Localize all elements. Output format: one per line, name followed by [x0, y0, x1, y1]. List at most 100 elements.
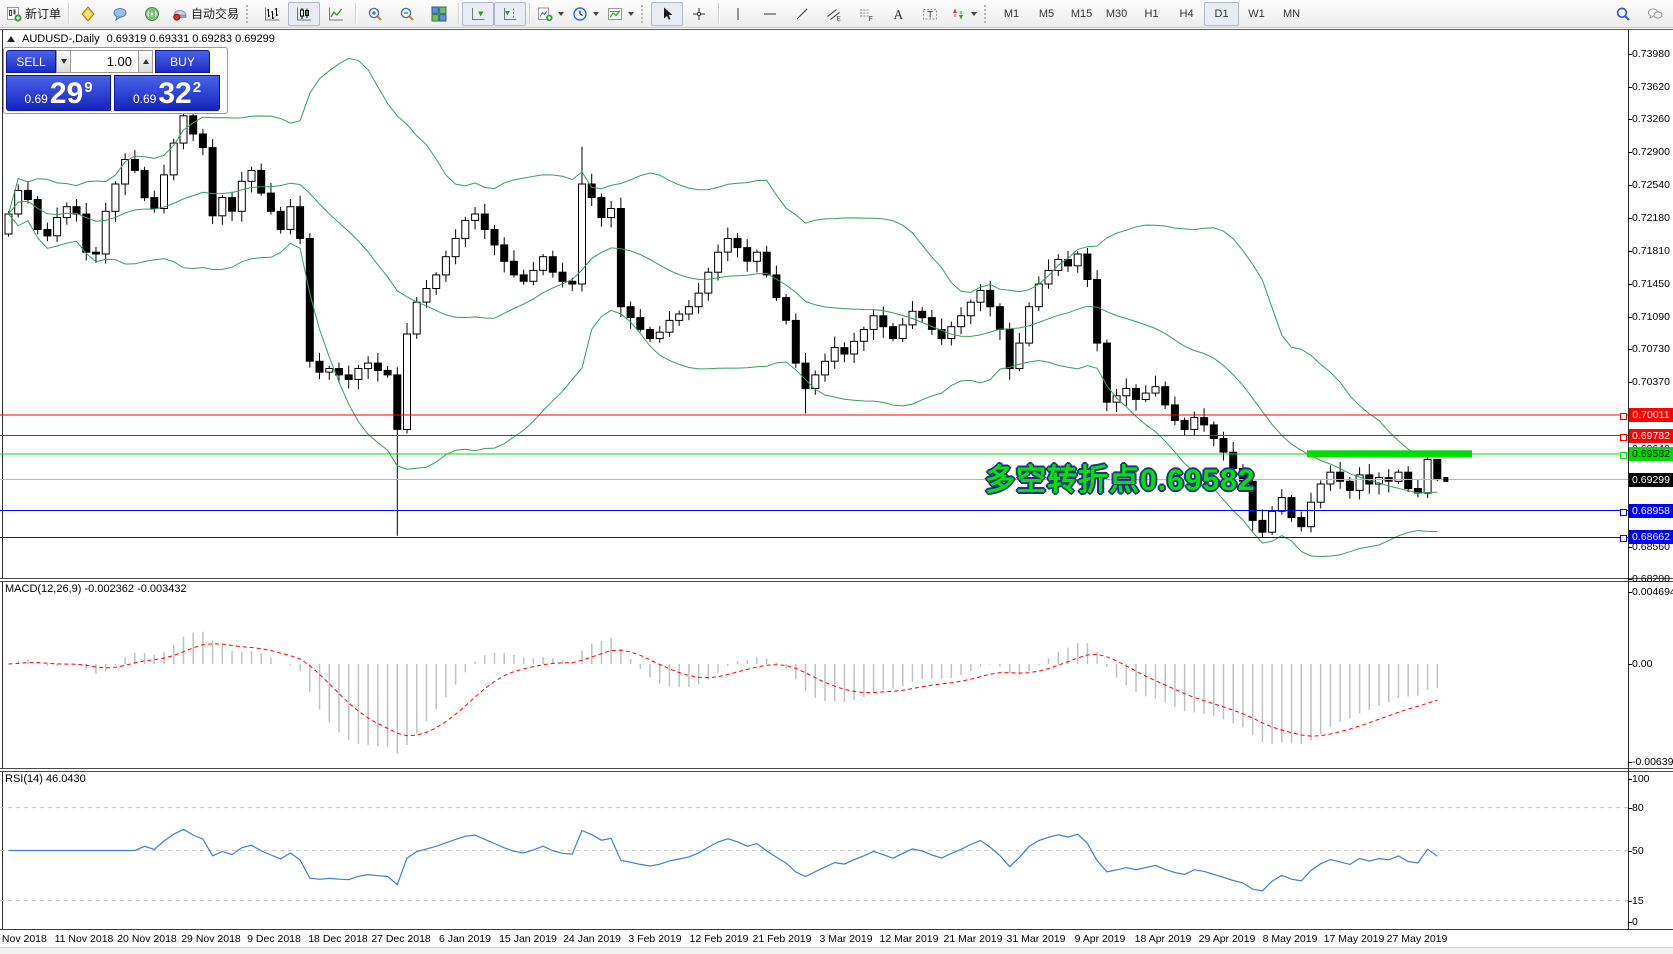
rsi-tick-label: 80: [1632, 802, 1644, 814]
volume-input[interactable]: [71, 50, 138, 73]
price-line-label: 0.69582: [1629, 447, 1673, 461]
svg-text:E: E: [837, 15, 842, 22]
price-tick-label: 0.68200: [1632, 573, 1670, 585]
timeframe-h1[interactable]: H1: [1134, 2, 1169, 26]
toolbar-grip[interactable]: [246, 4, 253, 23]
market-watch-button[interactable]: [72, 2, 104, 26]
vertical-line-button[interactable]: [722, 2, 754, 26]
line-anchor[interactable]: [1620, 452, 1627, 459]
timeframe-d1-label: D1: [1214, 7, 1229, 20]
timeframe-m30[interactable]: M30: [1099, 2, 1134, 26]
signals-button[interactable]: [136, 2, 168, 26]
timeframe-w1[interactable]: W1: [1239, 2, 1274, 26]
macd-label: MACD(12,26,9) -0.002362 -0.003432: [5, 583, 187, 595]
timeframe-m5[interactable]: M5: [1029, 2, 1064, 26]
timeframe-h4[interactable]: H4: [1169, 2, 1204, 26]
price-line-label: 0.69299: [1629, 473, 1673, 487]
collapse-icon[interactable]: [7, 36, 15, 42]
timeframe-d1[interactable]: D1: [1204, 1, 1240, 26]
bar-chart-button[interactable]: [256, 2, 288, 26]
tile-windows-icon: [431, 6, 447, 22]
timeframe-m15-label: M15: [1070, 7, 1093, 20]
line-anchor[interactable]: [1620, 434, 1627, 441]
svg-text:A: A: [894, 7, 904, 22]
chart-shift-button[interactable]: [494, 1, 527, 26]
new-order-button-label: 新订单: [25, 7, 62, 21]
fibonacci-button[interactable]: F: [850, 2, 882, 26]
toolbar-grip[interactable]: [984, 4, 991, 23]
indicators-button[interactable]: [603, 2, 638, 26]
dropdown-arrow-icon[interactable]: [593, 11, 600, 16]
line-anchor[interactable]: [1620, 535, 1627, 542]
price-tick-label: 0.71090: [1632, 311, 1670, 323]
sell-price-button[interactable]: 0.69 29 9: [6, 75, 111, 111]
auto-trading-button-label: 自动交易: [191, 7, 240, 21]
timeframe-m15[interactable]: M15: [1064, 2, 1099, 26]
price-line-label: 0.69782: [1629, 429, 1673, 443]
trendline-button[interactable]: [786, 2, 818, 26]
timeframe-m30-label: M30: [1105, 7, 1128, 20]
volume-increase-button[interactable]: [138, 50, 153, 73]
sell-button[interactable]: SELL: [6, 50, 56, 73]
price-tick-label: 0.72540: [1632, 179, 1670, 191]
macd-pane[interactable]: [0, 582, 1628, 768]
dropdown-arrow-icon[interactable]: [558, 11, 565, 16]
timeframe-m1[interactable]: M1: [994, 2, 1029, 26]
auto-scroll-button[interactable]: [462, 1, 495, 26]
price-tick-label: 0.72900: [1632, 146, 1670, 158]
search-button[interactable]: [1607, 2, 1639, 26]
zoom-out-icon: [400, 7, 414, 21]
new-chart-button[interactable]: [533, 2, 568, 26]
line-anchor[interactable]: [1620, 413, 1627, 420]
pivot-annotation: 多空转折点0.69582: [985, 464, 1256, 497]
bar-chart-icon: [265, 7, 280, 20]
line-anchor[interactable]: [1620, 509, 1627, 516]
rsi-pane[interactable]: [0, 772, 1628, 929]
search-icon: [1616, 7, 1630, 21]
profiles-button[interactable]: [568, 2, 603, 26]
community-button[interactable]: [1639, 2, 1671, 26]
zoom-out-button[interactable]: [391, 2, 423, 26]
candle-chart-icon: [297, 7, 312, 20]
templates-icon: [608, 7, 623, 20]
price-line-label: 0.70011: [1629, 408, 1673, 422]
dropdown-arrow-icon[interactable]: [971, 11, 978, 16]
price-tick-label: 0.70370: [1632, 376, 1670, 388]
zoom-in-button[interactable]: [359, 2, 391, 26]
timeframe-m5-label: M5: [1038, 7, 1055, 20]
text-button[interactable]: A: [882, 2, 914, 26]
arrows-button[interactable]: [946, 2, 981, 26]
chart-ohlc: 0.69319 0.69331 0.69283 0.69299: [106, 33, 275, 45]
mt4-window: 新订单 自动交易 E F A T M1 M5 M15 M30 H1 H4 D1 W1 MN AUDUSD-,…: [0, 0, 1673, 954]
channel-icon: E: [827, 8, 842, 22]
timeframe-m1-label: M1: [1003, 7, 1020, 20]
volume-decrease-button[interactable]: [56, 50, 71, 73]
main-chart-pane[interactable]: [0, 30, 1628, 579]
horizontal-line-button[interactable]: [754, 2, 786, 26]
crosshair-button[interactable]: [683, 2, 715, 26]
toolbar-grip[interactable]: [641, 4, 648, 23]
chat-button[interactable]: [104, 2, 136, 26]
tile-windows-button[interactable]: [423, 2, 455, 26]
buy-button[interactable]: BUY: [155, 50, 210, 73]
candle-chart-button[interactable]: [288, 1, 321, 26]
up-arrow-icon: [142, 59, 149, 64]
timeframe-w1-label: W1: [1248, 7, 1265, 20]
auto-trading-button[interactable]: 自动交易: [168, 2, 243, 26]
dropdown-arrow-icon[interactable]: [628, 11, 635, 16]
line-chart-button[interactable]: [320, 2, 352, 26]
equidistant-channel-button[interactable]: E: [818, 2, 850, 26]
highlight-segment: [1307, 450, 1472, 458]
new-order-button[interactable]: 新订单: [2, 2, 65, 26]
cursor-button[interactable]: [651, 1, 684, 26]
timeframe-mn[interactable]: MN: [1274, 2, 1309, 26]
market-watch-icon: [81, 5, 95, 22]
status-strip: [0, 947, 1673, 954]
line-chart-icon: [329, 7, 344, 20]
auto-scroll-icon: [472, 7, 485, 20]
chart-shift-icon: [504, 7, 517, 20]
price-tick-label: 0.72180: [1632, 212, 1670, 224]
text-label-button[interactable]: T: [914, 2, 946, 26]
svg-text:T: T: [927, 9, 933, 20]
buy-price-button[interactable]: 0.69 32 2: [114, 75, 220, 111]
